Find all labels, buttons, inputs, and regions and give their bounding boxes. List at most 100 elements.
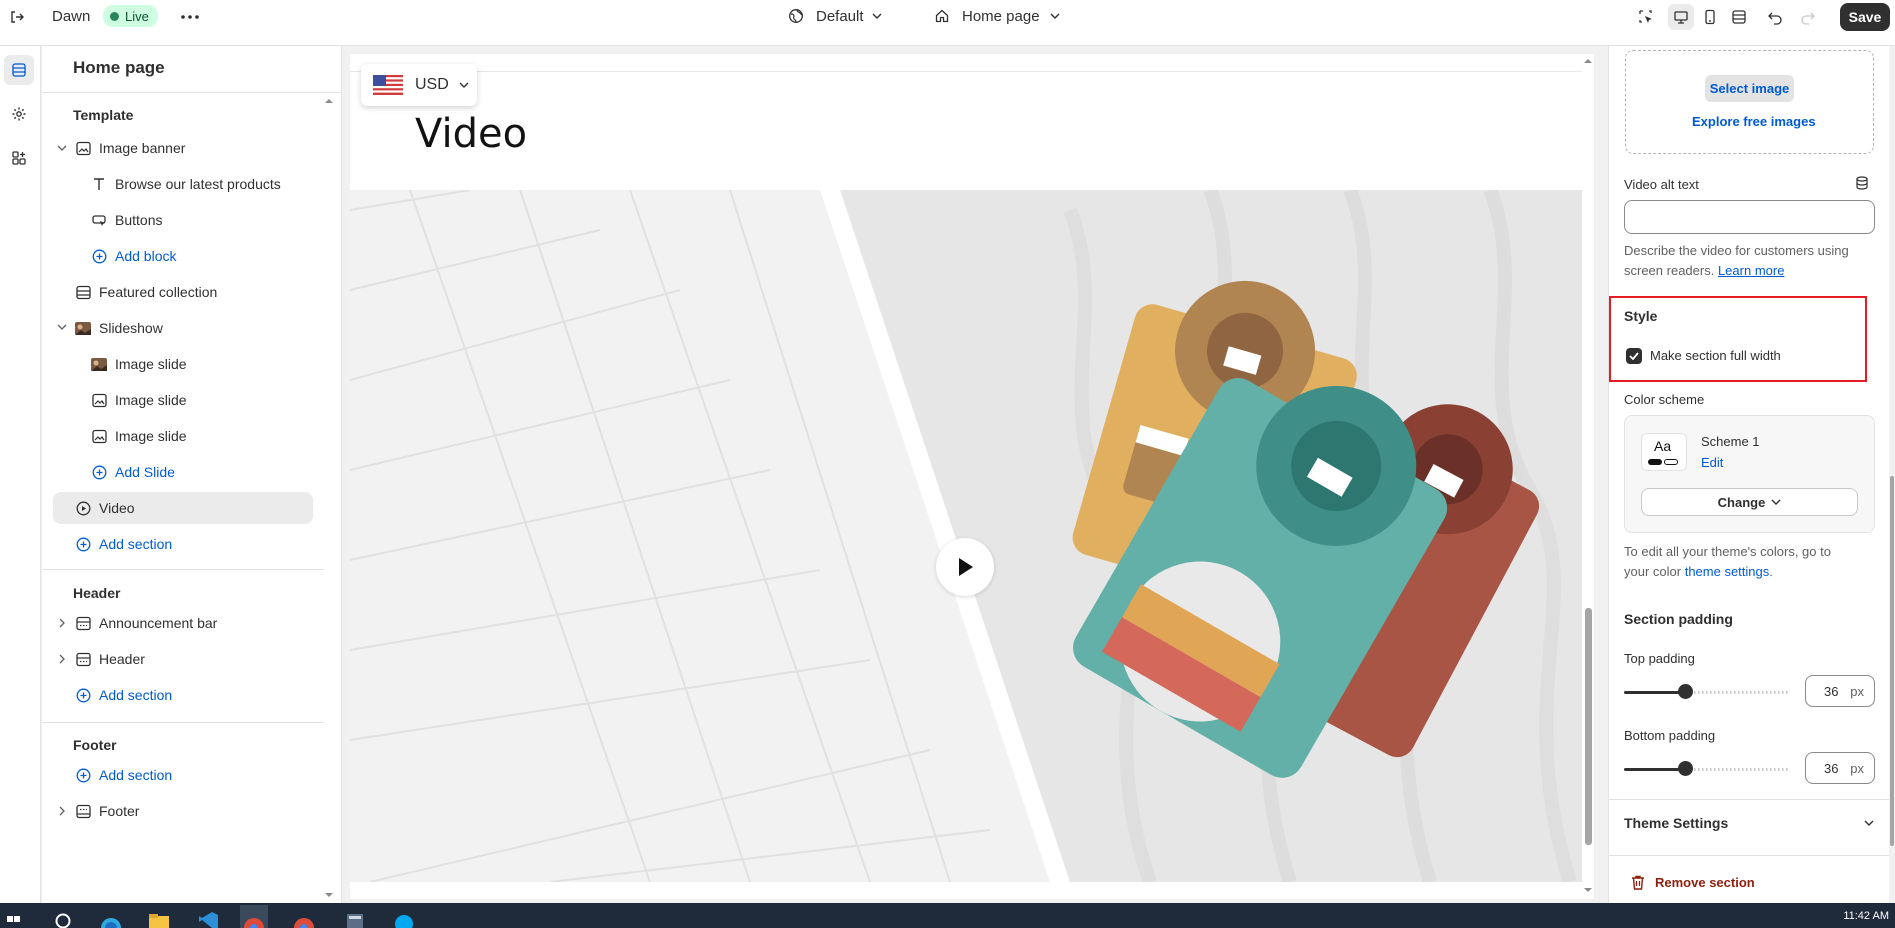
- play-icon: [959, 558, 973, 576]
- group-footer: Footer: [73, 737, 117, 753]
- undo-icon[interactable]: [1762, 4, 1788, 30]
- sidebar-item-label: Buttons: [115, 212, 163, 228]
- scheme-name: Scheme 1: [1701, 434, 1760, 449]
- chrome-icon[interactable]: [290, 905, 318, 928]
- top-bar: Dawn Live Default Home page Save: [0, 0, 1895, 46]
- sidebar-item-announcement-bar[interactable]: Announcement bar: [75, 607, 217, 639]
- add-section-button[interactable]: Add section: [75, 679, 172, 711]
- scheme-edit-link[interactable]: Edit: [1701, 455, 1723, 470]
- calculator-icon[interactable]: [341, 905, 369, 928]
- add-section-button[interactable]: Add section: [75, 759, 172, 791]
- video-image-dropzone[interactable]: [1625, 50, 1874, 154]
- theme-preview[interactable]: [350, 54, 1582, 899]
- sidebar-item-label: Slideshow: [99, 320, 163, 336]
- bottom-padding-value: 36: [1824, 760, 1839, 776]
- vscode-icon[interactable]: [194, 905, 222, 928]
- full-width-checkbox[interactable]: [1626, 348, 1642, 364]
- sidebar-item-featured-collection[interactable]: Featured collection: [75, 276, 217, 308]
- theme-help-line: To edit all your theme's colors, go to: [1624, 544, 1831, 559]
- sidebar-item-footer[interactable]: Footer: [75, 795, 139, 827]
- add-slide-button[interactable]: Add Slide: [91, 456, 175, 488]
- scheme-swatch: Aa: [1641, 433, 1687, 471]
- sections-icon[interactable]: [4, 55, 34, 85]
- plus-circle-icon: [91, 248, 107, 264]
- change-scheme-button[interactable]: Change: [1641, 488, 1858, 516]
- chevron-down-icon[interactable]: [56, 321, 68, 333]
- chevron-down-icon[interactable]: [56, 142, 68, 154]
- chrome-icon[interactable]: [240, 905, 268, 928]
- scroll-down-icon[interactable]: [1584, 887, 1592, 893]
- top-padding-slider-thumb[interactable]: [1678, 684, 1693, 699]
- chevron-down-icon[interactable]: [1864, 820, 1874, 826]
- add-section-button[interactable]: Add section: [75, 528, 172, 560]
- page-selector[interactable]: Home page: [934, 0, 1060, 32]
- currency-label: USD: [415, 76, 449, 93]
- dynamic-source-icon[interactable]: [1855, 176, 1869, 190]
- chevron-right-icon[interactable]: [56, 653, 68, 665]
- exit-icon[interactable]: [4, 4, 30, 30]
- inspector-icon[interactable]: [1633, 4, 1659, 30]
- section-icon: [75, 651, 91, 667]
- remove-section-label: Remove section: [1655, 875, 1755, 890]
- top-padding-slider-track[interactable]: [1686, 691, 1788, 694]
- sidebar-item-header[interactable]: Header: [75, 643, 145, 675]
- sidebar-item-image-slide[interactable]: Image slide: [91, 384, 187, 416]
- sidebar-item-slideshow[interactable]: Slideshow: [75, 312, 163, 344]
- search-icon[interactable]: [50, 905, 78, 928]
- preview-scrollbar[interactable]: [1582, 54, 1594, 899]
- sidebar-item-label: Header: [99, 651, 145, 667]
- bottom-padding-slider-thumb[interactable]: [1678, 761, 1693, 776]
- file-explorer-icon[interactable]: [145, 905, 173, 928]
- explore-free-images-link[interactable]: Explore free images: [1692, 114, 1816, 129]
- live-dot-icon: [110, 11, 119, 21]
- windows-start-icon[interactable]: [0, 905, 28, 928]
- remove-section-button[interactable]: Remove section: [1631, 875, 1755, 890]
- top-padding-input[interactable]: 36 px: [1805, 675, 1875, 707]
- scheme-swatch-text: Aa: [1654, 438, 1672, 454]
- fullscreen-view-icon[interactable]: [1726, 4, 1752, 30]
- scroll-up-icon[interactable]: [325, 98, 335, 112]
- chevron-right-icon[interactable]: [56, 617, 68, 629]
- theme-selector[interactable]: Default: [788, 0, 882, 32]
- scroll-thumb[interactable]: [1890, 476, 1894, 846]
- full-width-label[interactable]: Make section full width: [1650, 348, 1781, 363]
- desktop-view-icon[interactable]: [1668, 4, 1694, 30]
- learn-more-link[interactable]: Learn more: [1718, 263, 1784, 278]
- save-button[interactable]: Save: [1840, 3, 1890, 31]
- scroll-down-icon[interactable]: [325, 892, 335, 900]
- scroll-thumb[interactable]: [1585, 608, 1592, 845]
- video-alt-input[interactable]: [1624, 200, 1875, 234]
- sidebar-item-video[interactable]: Video: [75, 492, 135, 524]
- divider: [1609, 799, 1895, 800]
- sidebar-item-image-slide[interactable]: Image slide: [91, 348, 187, 380]
- bottom-padding-slider-track[interactable]: [1686, 768, 1788, 771]
- skype-icon[interactable]: [390, 905, 418, 928]
- sidebar-item-label: Footer: [99, 803, 140, 819]
- apps-icon[interactable]: [4, 143, 34, 173]
- scroll-up-icon[interactable]: [1584, 58, 1592, 64]
- play-button[interactable]: [936, 538, 994, 596]
- mobile-view-icon[interactable]: [1697, 4, 1723, 30]
- theme-settings-link[interactable]: theme settings: [1685, 564, 1770, 579]
- settings-scrollbar[interactable]: [1889, 46, 1895, 903]
- add-block-button[interactable]: Add block: [91, 240, 176, 272]
- theme-help-end: .: [1769, 564, 1773, 579]
- redo-icon[interactable]: [1795, 4, 1821, 30]
- alt-help-line: Describe the video for customers using: [1624, 243, 1849, 258]
- chevron-down-icon: [872, 13, 882, 19]
- sidebar-item-label: Add block: [115, 248, 177, 264]
- divider: [42, 92, 341, 93]
- top-padding-value: 36: [1824, 683, 1839, 699]
- gear-icon[interactable]: [4, 99, 34, 129]
- select-image-button[interactable]: Select image: [1705, 75, 1794, 102]
- theme-settings-heading[interactable]: Theme Settings: [1624, 815, 1728, 831]
- sidebar-item-image-slide[interactable]: Image slide: [91, 420, 187, 452]
- bottom-padding-input[interactable]: 36 px: [1805, 752, 1875, 784]
- currency-selector[interactable]: USD: [361, 64, 477, 106]
- more-actions-icon[interactable]: [177, 4, 203, 30]
- sidebar-item-image-banner[interactable]: Image banner: [75, 132, 185, 164]
- sidebar-item-browse-products[interactable]: Browse our latest products: [91, 168, 281, 200]
- chevron-right-icon[interactable]: [56, 805, 68, 817]
- sidebar-item-buttons[interactable]: Buttons: [91, 204, 162, 236]
- edge-icon[interactable]: [97, 905, 125, 928]
